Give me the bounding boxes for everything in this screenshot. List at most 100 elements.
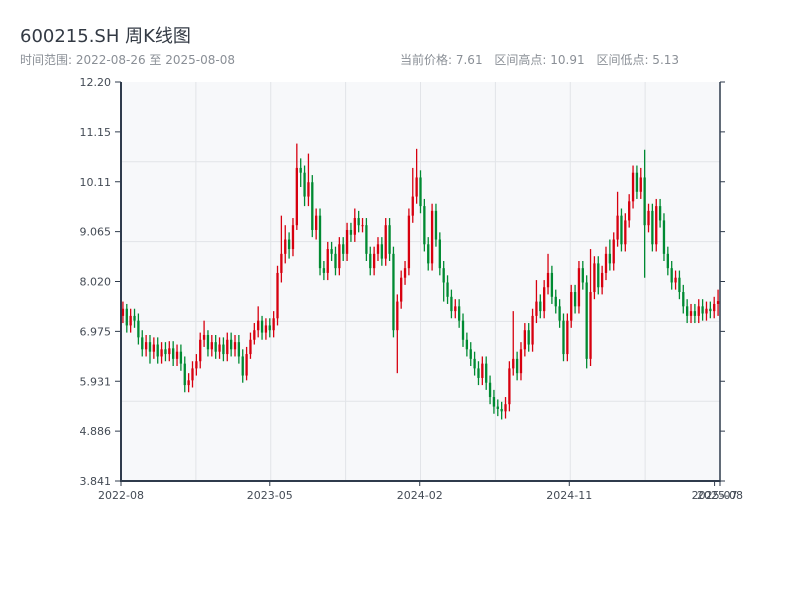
candle (577, 260, 581, 314)
candle-body (168, 348, 171, 355)
candle-body (330, 249, 333, 254)
candle-body (643, 177, 646, 226)
candle-body (326, 249, 329, 273)
candle-body (372, 253, 376, 269)
candle-body (450, 296, 453, 312)
y-tick-label: 4.886 (80, 425, 112, 438)
x-tick-label: 2024-02 (397, 489, 443, 502)
candle-body (635, 172, 639, 192)
candle-body (152, 344, 156, 352)
candle (562, 313, 565, 362)
candle-body (233, 342, 237, 350)
candle-body (434, 210, 438, 240)
candle-body (202, 334, 206, 340)
x-tick-label: 2022-08 (98, 489, 144, 502)
candle-body (342, 244, 345, 254)
candle-body (210, 342, 213, 350)
candle-body (604, 253, 608, 273)
candle-body (349, 229, 353, 235)
candle-body (550, 272, 554, 297)
candle-body (519, 349, 523, 374)
candle-body (558, 306, 561, 321)
candle-body (666, 253, 669, 269)
candle-body (400, 277, 403, 302)
candle (423, 198, 426, 252)
candle-body (272, 318, 275, 331)
candle-body (144, 342, 148, 350)
candle-body (338, 244, 341, 269)
candle-body (148, 342, 152, 352)
candle-body (291, 225, 295, 250)
candle-body (199, 339, 202, 362)
candle-body (697, 306, 700, 316)
y-tick-label: 12.20 (80, 76, 112, 89)
candle-body (299, 167, 302, 173)
candle-body (670, 268, 673, 283)
candle-body (689, 311, 693, 316)
candle-body (473, 358, 476, 369)
candle-body (419, 177, 422, 207)
candle-body (612, 239, 615, 264)
candle-body (500, 408, 503, 412)
candle-body (430, 210, 434, 264)
candle-body (442, 268, 445, 283)
candle-body (357, 218, 360, 226)
candle-body (241, 356, 244, 376)
candle-body (125, 308, 128, 326)
candle-body (488, 382, 492, 398)
y-tick-label: 9.065 (80, 226, 112, 239)
candle-body (307, 182, 310, 197)
candle-body (403, 268, 407, 278)
candle-body (322, 268, 326, 273)
candle-body (624, 220, 627, 245)
candle-body (485, 363, 488, 383)
candle-body (527, 330, 530, 345)
candle-body (164, 349, 167, 355)
candle-body (600, 272, 604, 288)
candle-body (515, 358, 519, 374)
candle-body (160, 349, 163, 357)
candle-body (237, 342, 241, 357)
candle-body (492, 397, 496, 407)
candle-body (713, 303, 716, 312)
candle-body (523, 330, 527, 350)
candle-body (423, 206, 426, 245)
candle-body (284, 239, 287, 254)
candle-body (229, 339, 233, 350)
candle-body (693, 311, 697, 316)
candle-body (577, 268, 581, 307)
candle-body (253, 330, 256, 340)
candle-body (620, 215, 623, 245)
candle-body (179, 351, 183, 364)
candle (384, 218, 387, 266)
candle-body (226, 339, 229, 355)
candle-body (651, 210, 654, 245)
candle-body (264, 325, 268, 333)
candle-body (566, 320, 569, 355)
candle-body (187, 380, 190, 386)
candle-body (141, 337, 144, 350)
candle-body (539, 301, 542, 312)
candle-body (562, 320, 565, 355)
candle-body (280, 253, 283, 273)
candle-body (512, 358, 515, 369)
candle-body (508, 368, 511, 405)
y-tick-label: 6.975 (80, 325, 112, 338)
candle (566, 313, 569, 362)
candle (276, 265, 279, 326)
candle-body (380, 244, 384, 259)
candle (655, 198, 658, 252)
candle-body (461, 320, 465, 340)
candle-body (496, 406, 499, 409)
candle-body (438, 239, 441, 269)
candle-body (218, 344, 221, 352)
candle-body (172, 348, 175, 359)
candle-body (465, 339, 469, 350)
candle (430, 203, 434, 271)
candle-body (137, 320, 140, 338)
candle (407, 208, 411, 276)
candle (508, 361, 511, 412)
candle-body (546, 272, 550, 288)
candle (585, 275, 588, 369)
candle-body (361, 225, 364, 227)
